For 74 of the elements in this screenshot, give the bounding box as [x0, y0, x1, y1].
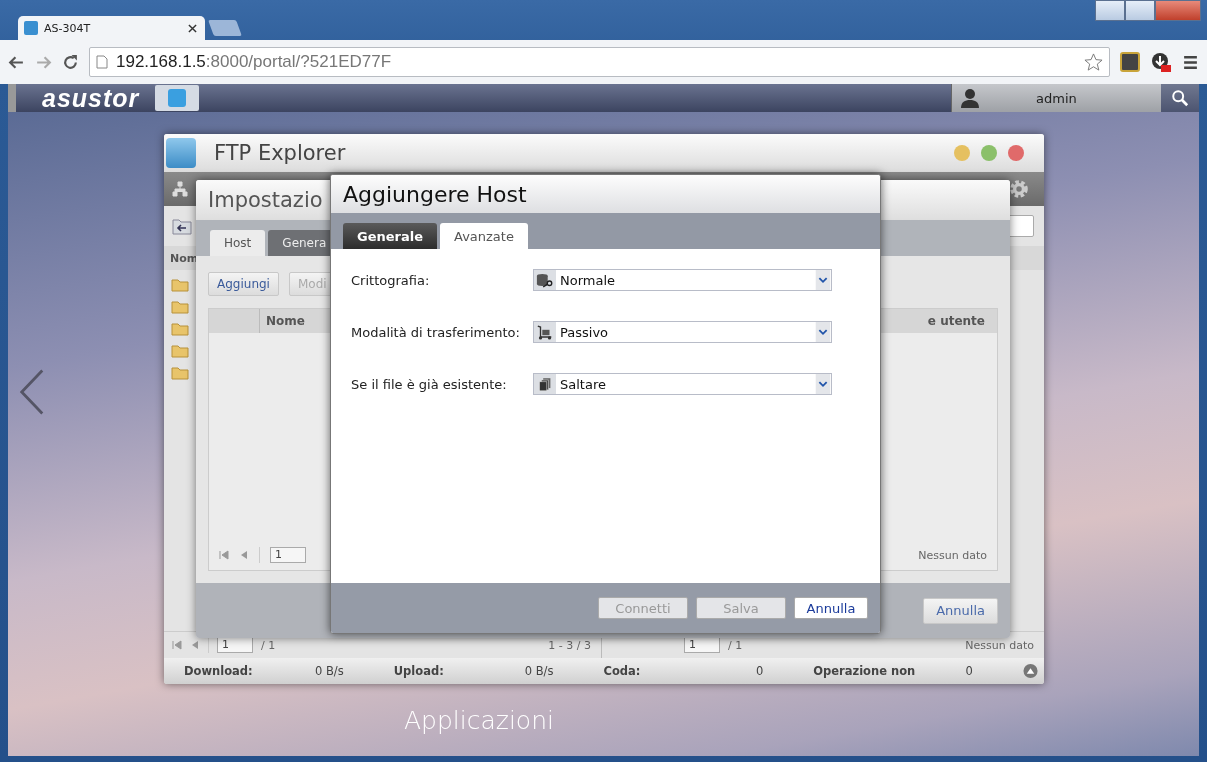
- settings-icon[interactable]: [1008, 178, 1030, 200]
- page-total: / 1: [261, 638, 276, 652]
- close-icon[interactable]: [188, 23, 197, 33]
- previous-page-icon[interactable]: [190, 640, 200, 650]
- folder-icon[interactable]: [171, 278, 189, 292]
- toolbar-button[interactable]: Aggiungi: [208, 272, 279, 296]
- close-button[interactable]: [1155, 0, 1201, 21]
- database-key-icon: [536, 272, 554, 288]
- column-header: e utente: [926, 314, 986, 328]
- record-range: 1 - 3 / 3: [548, 638, 591, 652]
- dialog-title: Aggiungere Host: [343, 181, 527, 207]
- menu-icon[interactable]: [1182, 53, 1199, 71]
- download-icon[interactable]: [1150, 51, 1172, 73]
- field-label: Crittografia:: [351, 272, 431, 288]
- status-label: Coda:: [603, 664, 641, 678]
- status-label: Operazione non: [813, 664, 916, 678]
- folder-back-icon[interactable]: [172, 217, 192, 235]
- expand-up-icon[interactable]: [1022, 663, 1038, 679]
- dropdown[interactable]: Normale: [533, 269, 832, 291]
- empty-status: Nessun dato: [918, 548, 987, 562]
- search-icon: [1171, 89, 1189, 107]
- window-title: Impostazio: [208, 188, 323, 212]
- app-button[interactable]: [155, 85, 200, 111]
- panel-handle[interactable]: [8, 84, 16, 112]
- column-header: Nome: [265, 314, 305, 328]
- page-icon: [96, 55, 108, 69]
- page-field[interactable]: 1: [270, 547, 306, 563]
- tab[interactable]: Generale: [343, 223, 437, 249]
- browser-tab[interactable]: AS-304T: [18, 16, 205, 40]
- tab[interactable]: Avanzate: [440, 223, 528, 249]
- tab[interactable]: Host: [210, 230, 266, 256]
- column-header: Nom: [170, 251, 199, 265]
- window-title: FTP Explorer: [214, 141, 346, 165]
- app-icon: [166, 138, 196, 168]
- previous-page-icon[interactable]: [239, 550, 249, 560]
- first-page-icon[interactable]: [172, 640, 182, 650]
- field-label: Modalità di trasferimento:: [351, 324, 521, 340]
- search-button[interactable]: [1161, 84, 1199, 112]
- status-value: 0: [755, 664, 764, 678]
- extension-icon[interactable]: [1120, 52, 1140, 72]
- dropdown[interactable]: Passivo: [533, 321, 832, 343]
- chevron-left-icon[interactable]: [18, 368, 46, 416]
- folder-icon[interactable]: [171, 344, 189, 358]
- star-icon[interactable]: [1084, 52, 1103, 72]
- status-value: 0 B/s: [315, 664, 344, 678]
- status-value: 0 B/s: [524, 664, 554, 678]
- favicon-icon: [24, 21, 38, 35]
- close-button[interactable]: [1008, 145, 1024, 161]
- dialog-button[interactable]: Annulla: [794, 597, 868, 619]
- empty-status: Nessun dato: [965, 638, 1034, 652]
- address-bar[interactable]: 192.168.1.5:8000/portal/?521ED77F: [89, 47, 1110, 77]
- new-tab-button[interactable]: [208, 20, 242, 36]
- maximize-button[interactable]: [1125, 0, 1155, 21]
- user-icon: [960, 88, 980, 108]
- brand-logo: asustor: [42, 83, 140, 113]
- maximize-button[interactable]: [981, 145, 997, 161]
- status-value: 0: [965, 664, 973, 678]
- field-label: Se il file è già esistente:: [351, 376, 508, 392]
- folder-icon[interactable]: [171, 300, 189, 314]
- path-field[interactable]: [1008, 215, 1034, 237]
- folder-icon[interactable]: [171, 366, 189, 380]
- desktop-label: Applicazioni: [404, 706, 554, 735]
- first-page-icon[interactable]: [219, 550, 229, 560]
- reload-icon[interactable]: [62, 53, 79, 71]
- status-label: Upload:: [393, 664, 444, 678]
- status-label: Download:: [184, 664, 253, 678]
- folder-icon[interactable]: [171, 322, 189, 336]
- sitemap-icon[interactable]: [172, 181, 188, 197]
- dropdown[interactable]: Saltare: [533, 373, 832, 395]
- page-total: / 1: [728, 638, 743, 652]
- minimize-button[interactable]: [1095, 0, 1125, 21]
- user-menu[interactable]: admin: [951, 84, 1161, 112]
- hand-truck-icon: [536, 324, 554, 340]
- cancel-button[interactable]: Annulla: [923, 597, 998, 624]
